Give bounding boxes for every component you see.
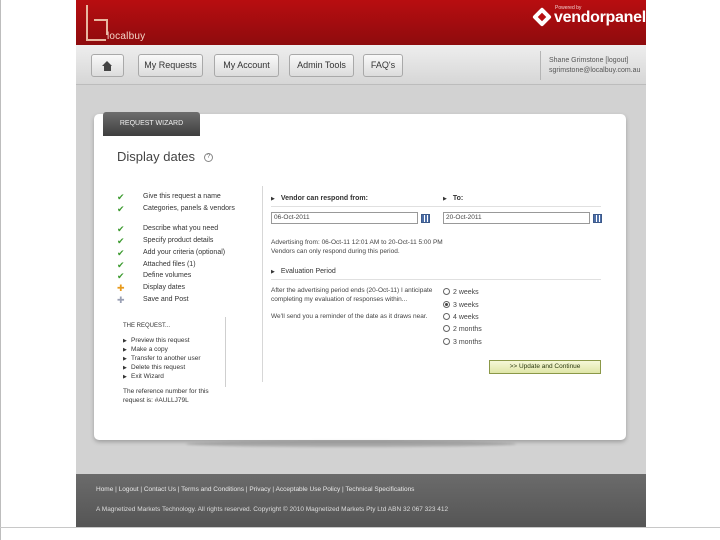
- nav-admin-tools[interactable]: Admin Tools: [289, 54, 354, 77]
- check-icon: ✔: [117, 204, 125, 214]
- option-2-weeks[interactable]: 2 weeks: [443, 288, 479, 296]
- home-button[interactable]: [91, 54, 124, 77]
- preview-request-link[interactable]: ▶ Preview this request: [123, 337, 190, 344]
- user-name[interactable]: Shane Grimstone [logout]: [549, 56, 640, 66]
- delete-request-link[interactable]: ▶ Delete this request: [123, 364, 185, 371]
- user-email: sgrimstone@localbuy.com.au: [549, 67, 641, 74]
- check-icon: ✔: [117, 236, 125, 246]
- pending-step-icon: ✚: [117, 295, 125, 305]
- check-icon: ✔: [117, 224, 125, 234]
- expand-icon: ▶: [271, 269, 275, 275]
- vendorpanel-brand: vendorpanel: [554, 9, 646, 26]
- evaluation-period-label: ▶ Evaluation Period: [271, 268, 336, 275]
- wizard-step-label: Save and Post: [143, 296, 189, 303]
- current-step-icon: ✚: [117, 283, 125, 293]
- bullet-icon: ▶: [123, 347, 127, 353]
- column-divider: [262, 186, 263, 382]
- request-wizard-tab[interactable]: REQUEST WIZARD: [103, 112, 200, 136]
- radio-button[interactable]: [443, 313, 450, 320]
- update-continue-button[interactable]: >> Update and Continue: [489, 360, 601, 374]
- wizard-step-label: Define volumes: [143, 272, 192, 279]
- section-divider: [271, 279, 601, 280]
- nav-divider: [540, 51, 541, 80]
- option-4-weeks[interactable]: 4 weeks: [443, 313, 479, 321]
- bullet-icon: ▶: [123, 356, 127, 362]
- reminder-text: We'll send you a reminder of the date as…: [271, 313, 428, 320]
- left-border: [0, 0, 1, 540]
- calendar-icon[interactable]: [593, 214, 602, 223]
- wizard-step-label: Specify product details: [143, 237, 214, 244]
- option-3-months[interactable]: 3 months: [443, 338, 482, 346]
- advertising-period-text: Advertising from: 06-Oct-11 12:01 AM to …: [271, 239, 443, 246]
- bullet-icon: ▶: [123, 374, 127, 380]
- calendar-icon[interactable]: [421, 214, 430, 223]
- wizard-step-label: Attached files (1): [143, 261, 196, 268]
- localbuy-logo-icon[interactable]: [86, 5, 108, 41]
- check-icon: ✔: [117, 260, 125, 270]
- bullet-icon: ▶: [123, 338, 127, 344]
- evaluation-text-2: completing my evaluation of responses wi…: [271, 296, 408, 303]
- user-info: Shane Grimstone [logout] sgrimstone@loca…: [549, 56, 640, 76]
- logo-text[interactable]: localbuy: [107, 31, 145, 42]
- check-icon: ✔: [117, 248, 125, 258]
- section-divider: [271, 206, 601, 207]
- transfer-user-link[interactable]: ▶ Transfer to another user: [123, 355, 201, 362]
- option-3-weeks[interactable]: 3 weeks: [443, 301, 479, 309]
- option-2-months[interactable]: 2 months: [443, 325, 482, 333]
- expand-icon: ▶: [271, 196, 275, 202]
- reference-note: The reference number for this request is…: [123, 388, 209, 404]
- request-heading: THE REQUEST...: [123, 323, 171, 329]
- expand-icon: ▶: [443, 196, 447, 202]
- respond-from-label: ▶ Vendor can respond from:: [271, 195, 368, 202]
- radio-button[interactable]: [443, 338, 450, 345]
- footer: Home | Logout | Contact Us | Terms and C…: [76, 474, 646, 527]
- nav-faqs[interactable]: FAQ's: [363, 54, 403, 77]
- radio-button[interactable]: [443, 325, 450, 332]
- bottom-border: [0, 527, 720, 528]
- footer-links[interactable]: Home | Logout | Contact Us | Terms and C…: [96, 486, 414, 493]
- wizard-step-label: Give this request a name: [143, 193, 221, 200]
- nav-my-requests[interactable]: My Requests: [138, 54, 203, 77]
- exit-wizard-link[interactable]: ▶ Exit Wizard: [123, 373, 164, 380]
- check-icon: ✔: [117, 192, 125, 202]
- wizard-step-label: Add your criteria (optional): [143, 249, 226, 256]
- to-label: ▶ To:: [443, 195, 464, 202]
- check-icon: ✔: [117, 271, 125, 281]
- wizard-step-label: Categories, panels & vendors: [143, 205, 235, 212]
- bullet-icon: ▶: [123, 365, 127, 371]
- wizard-step-label: Display dates: [143, 284, 186, 291]
- wizard-step-label: Describe what you need: [143, 225, 219, 232]
- radio-button-selected[interactable]: [443, 301, 450, 308]
- footer-copyright: A Magnetized Markets Technology. All rig…: [96, 506, 449, 513]
- header: localbuy Powered by vendorpanel: [76, 0, 646, 45]
- from-date-input[interactable]: 06-Oct-2011: [271, 212, 418, 224]
- panel-shadow: [186, 441, 516, 447]
- home-icon: [102, 61, 112, 71]
- help-icon[interactable]: ?: [204, 153, 213, 162]
- page-title: Display dates: [117, 149, 196, 164]
- nav-my-account[interactable]: My Account: [214, 54, 279, 77]
- page: localbuy Powered by vendorpanel My Reque…: [76, 0, 646, 527]
- evaluation-text-1: After the advertising period ends (20-Oc…: [271, 287, 433, 294]
- nav-bar: My Requests My Account Admin Tools FAQ's…: [76, 45, 646, 85]
- to-date-input[interactable]: 20-Oct-2011: [443, 212, 590, 224]
- radio-button[interactable]: [443, 288, 450, 295]
- vendors-period-text: Vendors can only respond during this per…: [271, 248, 400, 255]
- make-copy-link[interactable]: ▶ Make a copy: [123, 346, 168, 353]
- request-actions-box: THE REQUEST... ▶ Preview this request ▶ Ma…: [118, 317, 226, 387]
- vendorpanel-logo-icon: [532, 7, 552, 27]
